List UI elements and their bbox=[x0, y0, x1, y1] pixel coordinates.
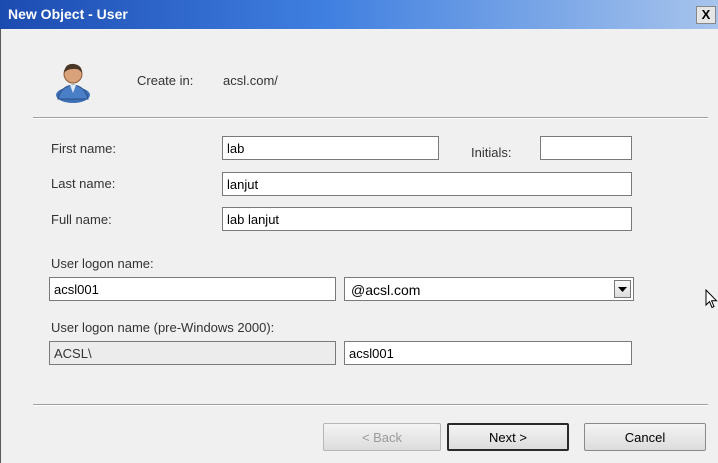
title-bar: New Object - User X bbox=[0, 0, 718, 29]
chevron-down-icon bbox=[618, 287, 627, 292]
pre2000-domain-field bbox=[49, 341, 336, 365]
full-name-label: Full name: bbox=[51, 212, 112, 227]
upn-suffix-select[interactable]: @acsl.com bbox=[344, 277, 634, 301]
separator-top bbox=[33, 117, 708, 119]
pre2000-logon-field[interactable] bbox=[344, 341, 632, 365]
create-in-value: acsl.com/ bbox=[223, 73, 278, 88]
first-name-label: First name: bbox=[51, 141, 117, 156]
close-button[interactable]: X bbox=[696, 6, 716, 24]
initials-field[interactable] bbox=[540, 136, 632, 160]
logon-name-field[interactable] bbox=[49, 277, 336, 301]
create-in-label: Create in: bbox=[137, 73, 194, 88]
last-name-label: Last name: bbox=[51, 176, 116, 191]
window-title: New Object - User bbox=[8, 6, 128, 22]
full-name-field[interactable] bbox=[222, 207, 632, 231]
last-name-field[interactable] bbox=[222, 172, 632, 196]
dialog-body bbox=[0, 29, 718, 463]
upn-suffix-dropdown-button[interactable] bbox=[614, 280, 631, 298]
logon-name-label: User logon name: bbox=[51, 256, 154, 271]
user-icon bbox=[56, 63, 90, 103]
cursor-arrow-icon bbox=[705, 289, 718, 309]
pre2000-label: User logon name (pre-Windows 2000): bbox=[51, 320, 275, 335]
cancel-button[interactable]: Cancel bbox=[584, 423, 706, 451]
upn-suffix-value: @acsl.com bbox=[351, 282, 421, 298]
back-button[interactable]: < Back bbox=[323, 423, 441, 451]
first-name-field[interactable] bbox=[222, 136, 439, 160]
separator-bottom bbox=[33, 404, 708, 406]
initials-label: Initials: bbox=[471, 145, 512, 160]
next-button[interactable]: Next > bbox=[447, 423, 569, 451]
